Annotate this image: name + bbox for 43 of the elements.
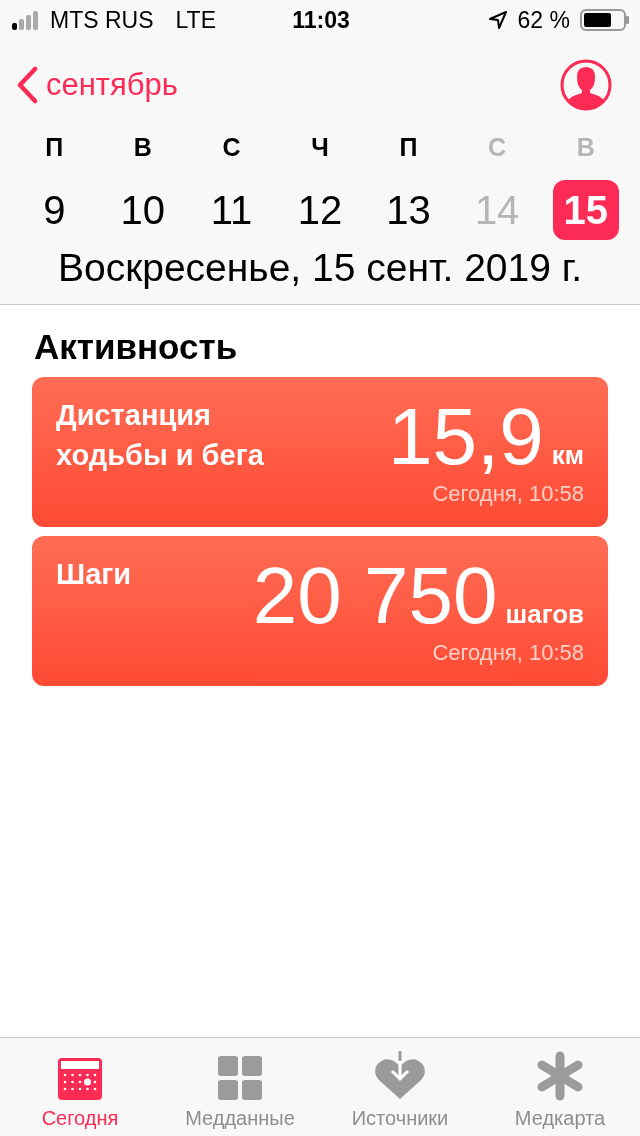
section-title: Активность (34, 327, 238, 366)
profile-icon[interactable] (560, 59, 612, 111)
grid-icon (217, 1055, 263, 1101)
card-time: Сегодня, 10:58 (432, 481, 584, 507)
day-button[interactable]: 10 (109, 180, 176, 240)
weekday-label: Ч (310, 132, 330, 163)
day-button[interactable]: 11 (198, 180, 265, 240)
card-title: Шаги (56, 557, 132, 592)
heart-download-icon (374, 1051, 426, 1101)
status-time: 11:03 (292, 6, 350, 33)
date-title: Воскресенье, 15 сент. 2019 г. (57, 246, 583, 289)
tab-item[interactable]: Медданные (160, 1038, 320, 1136)
asterisk-icon (536, 1051, 584, 1101)
activity-card[interactable]: Шаги 20 750 шагов Сегодня, 10:58 (32, 536, 608, 686)
weekday-label: С (221, 132, 242, 163)
day-button[interactable]: 13 (375, 180, 442, 240)
location-arrow-icon (487, 10, 508, 30)
weekday-label: П (44, 132, 65, 163)
activity-card[interactable]: Дистанция ходьбы и бега 15,9 км Сегодня, 10:58 (32, 377, 608, 527)
day-button[interactable]: 9 (21, 180, 88, 240)
day-button[interactable]: 15 (552, 180, 619, 240)
tab-item[interactable]: Медкарта (480, 1038, 640, 1136)
tab-item[interactable]: Источники (320, 1038, 480, 1136)
battery-percent: 62 % (517, 6, 570, 34)
tab-item[interactable]: Сегодня (0, 1038, 160, 1136)
calendar-icon (57, 1055, 103, 1101)
card-time: Сегодня, 10:58 (432, 640, 584, 666)
weekday-label: П (398, 132, 419, 163)
back-button[interactable]: сентябрь (16, 66, 178, 104)
card-title: Дистанция ходьбы и бега (56, 398, 265, 473)
battery-icon (580, 9, 630, 31)
weekday-label: В (132, 132, 153, 163)
weekday-label: С (487, 132, 508, 163)
day-button[interactable]: 14 (464, 180, 531, 240)
card-value: 15,9 (388, 395, 544, 479)
chevron-left-icon (16, 66, 38, 104)
card-unit: км (551, 440, 584, 471)
card-value: 20 750 (252, 554, 498, 638)
card-unit: шагов (505, 599, 584, 630)
carrier-name: MTS RUS (50, 6, 154, 34)
day-button[interactable]: 12 (287, 180, 353, 240)
weekday-label: В (575, 132, 596, 163)
network-type: LTE (175, 6, 216, 34)
